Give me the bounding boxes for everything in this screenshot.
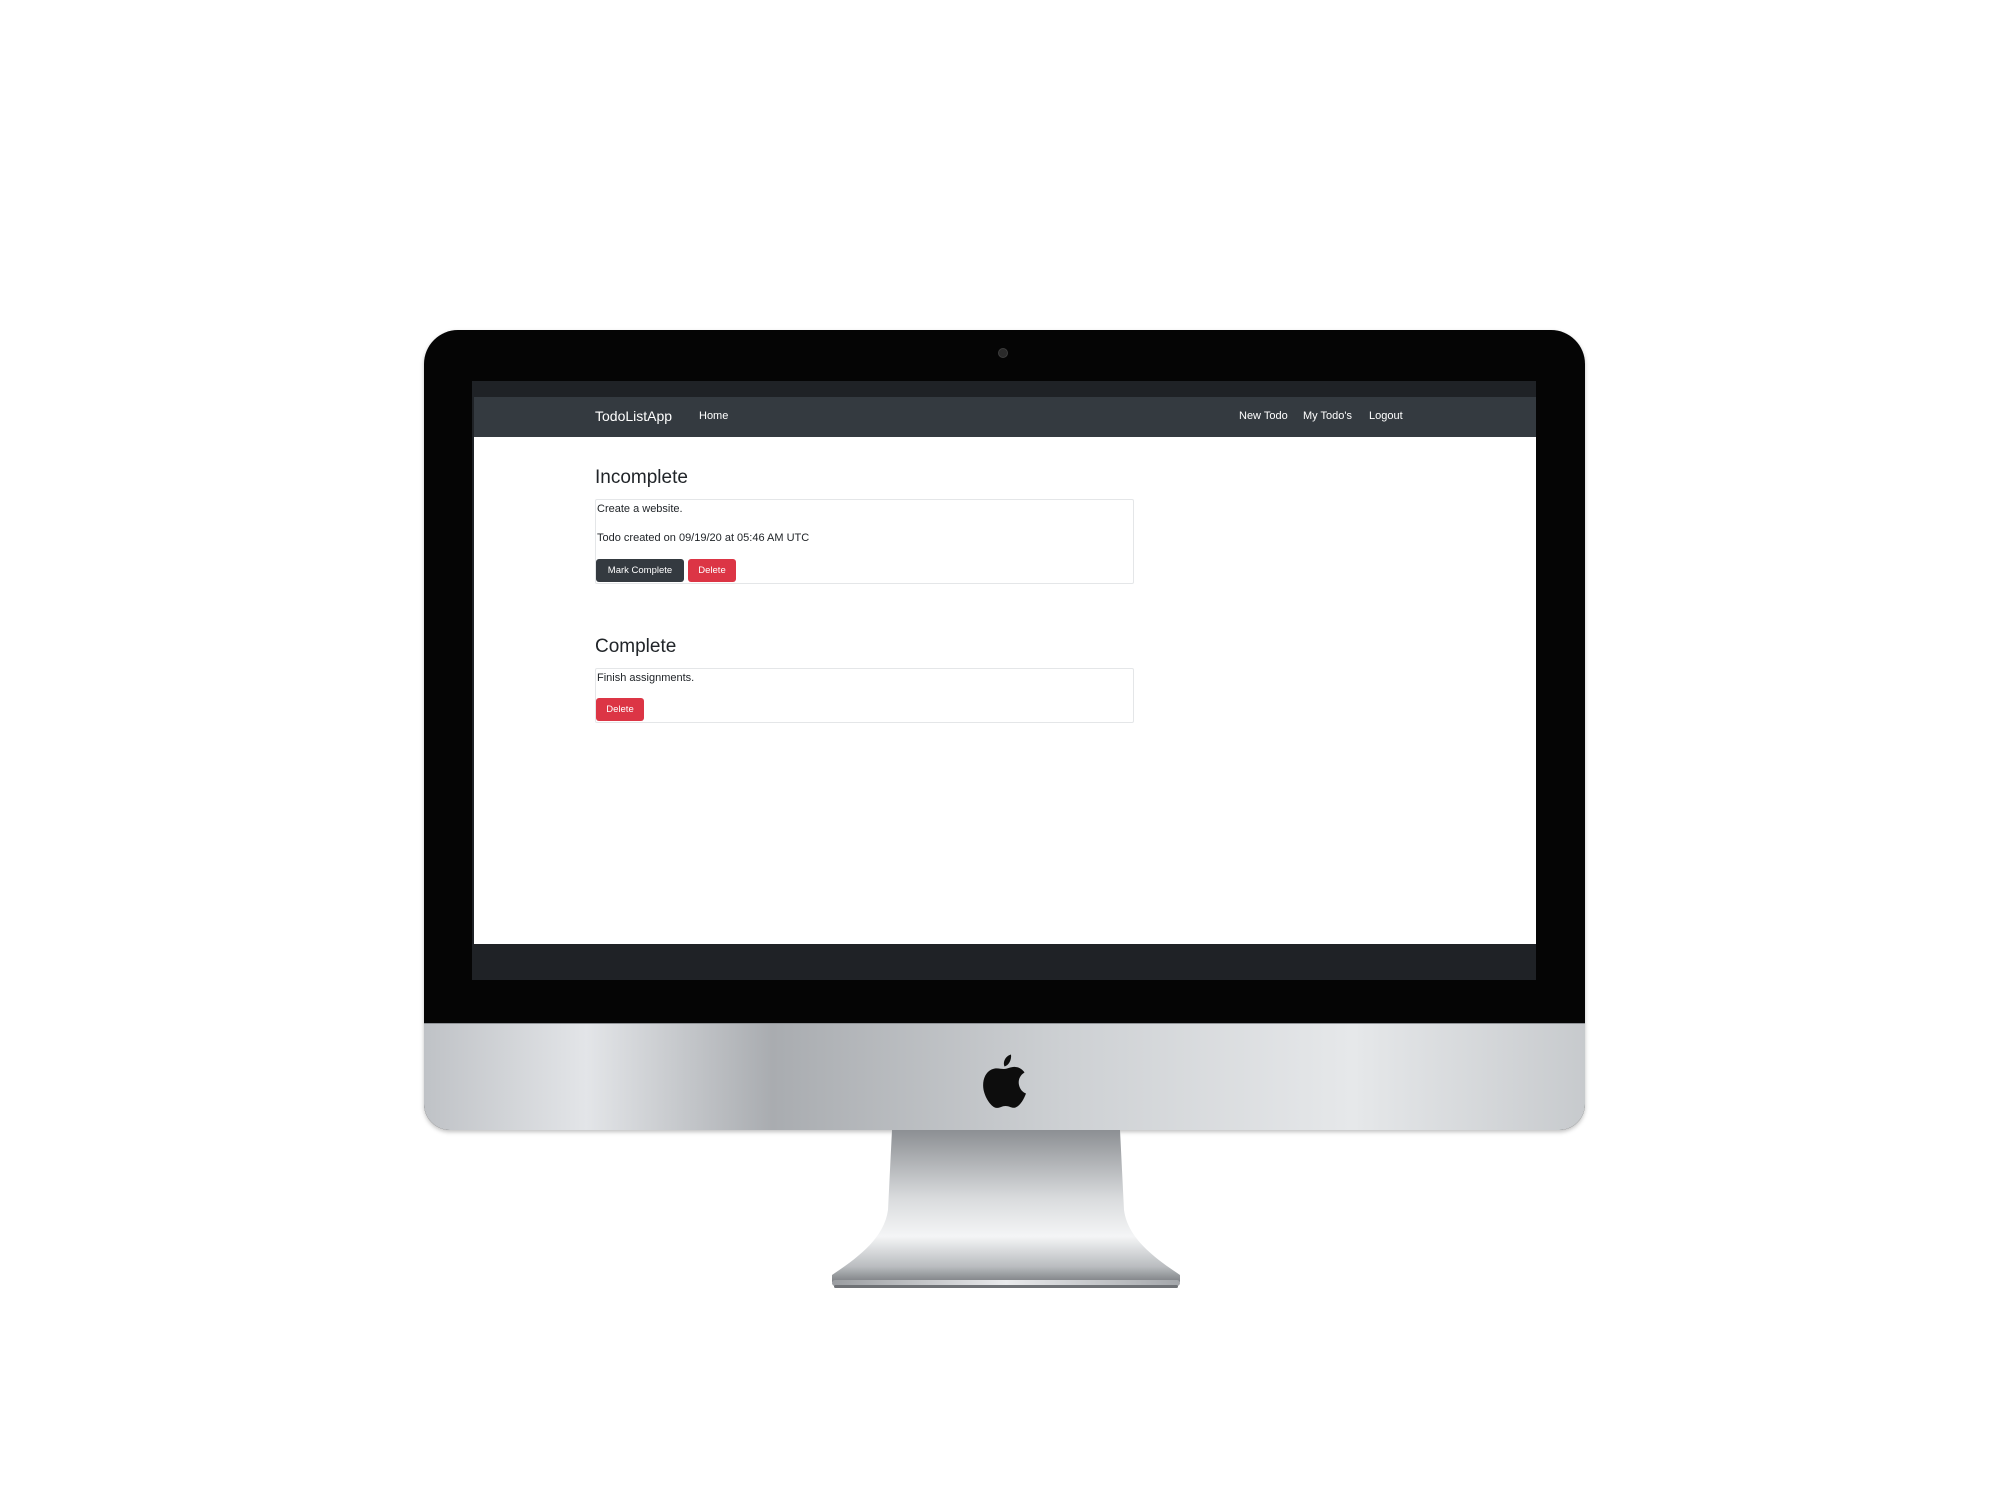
mark-complete-button[interactable]: Mark Complete <box>596 559 684 582</box>
todo-text: Finish assignments. <box>597 672 695 684</box>
navbar-brand[interactable]: TodoListApp <box>595 408 672 424</box>
todo-text: Create a website. <box>597 503 683 515</box>
complete-todo-card: Finish assignments. Delete <box>595 668 1134 723</box>
app-screen: TodoListApp Home New Todo My Todo's Logo… <box>474 397 1536 944</box>
nav-link-home[interactable]: Home <box>699 410 728 422</box>
nav-link-logout[interactable]: Logout <box>1369 410 1403 422</box>
todo-created-timestamp: Todo created on 09/19/20 at 05:46 AM UTC <box>597 532 810 544</box>
screen-bezel: TodoListApp Home New Todo My Todo's Logo… <box>472 381 1536 980</box>
nav-link-my-todos[interactable]: My Todo's <box>1303 410 1352 422</box>
camera-icon <box>998 348 1008 358</box>
navbar: TodoListApp Home New Todo My Todo's Logo… <box>474 397 1536 437</box>
desktop-monitor: TodoListApp Home New Todo My Todo's Logo… <box>424 330 1585 1130</box>
incomplete-heading: Incomplete <box>595 467 688 488</box>
apple-logo-icon <box>983 1054 1026 1108</box>
monitor-chin <box>424 1023 1585 1130</box>
delete-button[interactable]: Delete <box>596 698 644 721</box>
photo-stage: TodoListApp Home New Todo My Todo's Logo… <box>0 0 2000 1499</box>
incomplete-todo-card: Create a website. Todo created on 09/19/… <box>595 499 1134 584</box>
complete-heading: Complete <box>595 636 677 657</box>
monitor-stand <box>832 1130 1180 1288</box>
delete-button[interactable]: Delete <box>688 559 736 582</box>
nav-link-new-todo[interactable]: New Todo <box>1239 410 1288 422</box>
